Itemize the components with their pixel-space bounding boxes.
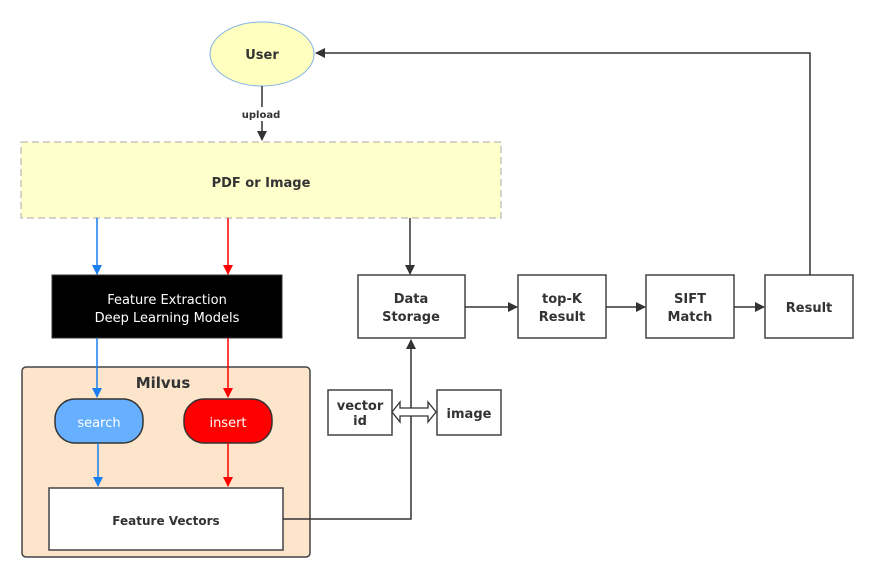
user-node: User xyxy=(209,21,315,87)
result-label: Result xyxy=(786,301,833,316)
user-label: User xyxy=(245,48,279,63)
pdf-label: PDF or Image xyxy=(212,176,311,191)
topk-result-node: top-K Result xyxy=(517,274,607,339)
insert-node: insert xyxy=(183,398,273,444)
sift-label-2: Match xyxy=(668,310,713,325)
search-node: search xyxy=(54,398,144,444)
feature-extraction-node: Feature Extraction Deep Learning Models xyxy=(51,274,283,339)
vector-id-node: vector id xyxy=(327,389,393,436)
feature-vectors-label: Feature Vectors xyxy=(112,514,219,528)
upload-label: upload xyxy=(242,110,280,121)
deep-learning-label: Deep Learning Models xyxy=(95,311,240,326)
pdf-or-image-node: PDF or Image xyxy=(20,141,502,219)
insert-label: insert xyxy=(209,416,246,431)
result-node: Result xyxy=(764,274,854,339)
feature-vectors-node: Feature Vectors xyxy=(48,487,284,551)
milvus-pipeline-diagram: User upload PDF or Image Feature Extract… xyxy=(20,21,854,558)
vector-id-label-2: id xyxy=(353,414,367,429)
sift-label-1: SIFT xyxy=(674,292,706,307)
topk-label-2: Result xyxy=(539,310,586,325)
data-storage-node: Data Storage xyxy=(357,274,466,339)
milvus-label: Milvus xyxy=(136,374,191,392)
vector-id-label-1: vector xyxy=(337,399,384,414)
image-label: image xyxy=(447,407,492,422)
sift-match-node: SIFT Match xyxy=(645,274,735,339)
feature-extraction-label: Feature Extraction xyxy=(107,293,227,308)
search-label: search xyxy=(77,416,120,431)
topk-label-1: top-K xyxy=(542,292,583,307)
image-node: image xyxy=(436,389,502,436)
data-storage-label-1: Data xyxy=(394,292,429,307)
data-storage-label-2: Storage xyxy=(382,310,440,325)
double-arrow-icon xyxy=(391,400,437,424)
